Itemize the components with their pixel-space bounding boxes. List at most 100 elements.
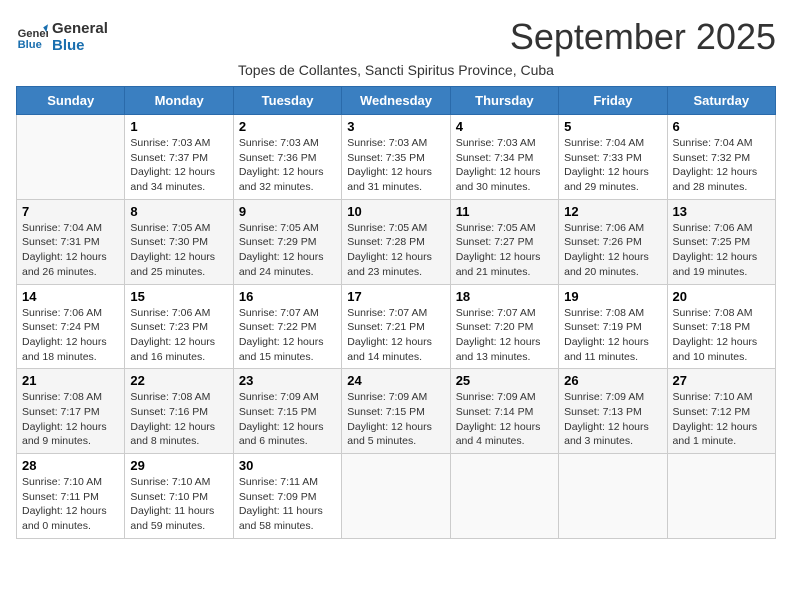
col-header-tuesday: Tuesday [233, 87, 341, 115]
col-header-monday: Monday [125, 87, 233, 115]
day-number: 12 [564, 204, 661, 219]
day-info: Sunrise: 7:05 AM Sunset: 7:30 PM Dayligh… [130, 221, 227, 280]
calendar-cell: 25 Sunrise: 7:09 AM Sunset: 7:14 PM Dayli… [450, 369, 558, 454]
day-number: 13 [673, 204, 770, 219]
day-info: Sunrise: 7:07 AM Sunset: 7:21 PM Dayligh… [347, 306, 444, 365]
calendar-cell: 22Sunrise: 7:08 AM Sunset: 7:16 PM Dayli… [125, 369, 233, 454]
day-number: 15 [130, 289, 227, 304]
calendar-cell: 19Sunrise: 7:08 AM Sunset: 7:19 PM Dayli… [559, 284, 667, 369]
day-number: 16 [239, 289, 336, 304]
calendar-cell: 29Sunrise: 7:10 AM Sunset: 7:10 PM Dayli… [125, 454, 233, 539]
day-info: Sunrise: 7:06 AM Sunset: 7:25 PM Dayligh… [673, 221, 770, 280]
logo-icon: General Blue [16, 21, 48, 53]
calendar-cell: 14Sunrise: 7:06 AM Sunset: 7:24 PM Dayli… [17, 284, 125, 369]
calendar-cell [667, 454, 775, 539]
calendar-cell: 5 Sunrise: 7:04 AM Sunset: 7:33 PM Daylig… [559, 115, 667, 200]
day-number: 10 [347, 204, 444, 219]
day-info: Sunrise: 7:03 AM Sunset: 7:35 PM Dayligh… [347, 136, 444, 195]
day-number: 1 [130, 119, 227, 134]
logo-general: General [52, 20, 108, 37]
day-number: 29 [130, 458, 227, 473]
calendar-cell: 8 Sunrise: 7:05 AM Sunset: 7:30 PM Daylig… [125, 199, 233, 284]
day-info: Sunrise: 7:11 AM Sunset: 7:09 PM Dayligh… [239, 475, 336, 534]
day-number: 7 [22, 204, 119, 219]
day-info: Sunrise: 7:09 AM Sunset: 7:14 PM Dayligh… [456, 390, 553, 449]
day-info: Sunrise: 7:05 AM Sunset: 7:27 PM Dayligh… [456, 221, 553, 280]
day-info: Sunrise: 7:06 AM Sunset: 7:26 PM Dayligh… [564, 221, 661, 280]
day-number: 11 [456, 204, 553, 219]
svg-text:General: General [18, 28, 48, 40]
calendar-cell: 2Sunrise: 7:03 AM Sunset: 7:36 PM Daylig… [233, 115, 341, 200]
day-number: 8 [130, 204, 227, 219]
calendar-cell: 27 Sunrise: 7:10 AM Sunset: 7:12 PM Dayli… [667, 369, 775, 454]
calendar-cell: 1 Sunrise: 7:03 AM Sunset: 7:37 PM Daylig… [125, 115, 233, 200]
day-number: 27 [673, 373, 770, 388]
day-info: Sunrise: 7:03 AM Sunset: 7:34 PM Dayligh… [456, 136, 553, 195]
calendar-table: SundayMondayTuesdayWednesdayThursdayFrid… [16, 86, 776, 539]
calendar-cell: 18Sunrise: 7:07 AM Sunset: 7:20 PM Dayli… [450, 284, 558, 369]
logo: General Blue General Blue [16, 20, 108, 54]
calendar-cell: 20 Sunrise: 7:08 AM Sunset: 7:18 PM Dayli… [667, 284, 775, 369]
svg-text:Blue: Blue [18, 39, 42, 51]
page-header: General Blue General Blue September 2025 [16, 16, 776, 58]
day-info: Sunrise: 7:06 AM Sunset: 7:24 PM Dayligh… [22, 306, 119, 365]
calendar-cell: 10Sunrise: 7:05 AM Sunset: 7:28 PM Dayli… [342, 199, 450, 284]
week-row-4: 21 Sunrise: 7:08 AM Sunset: 7:17 PM Dayli… [17, 369, 776, 454]
calendar-cell: 13 Sunrise: 7:06 AM Sunset: 7:25 PM Dayli… [667, 199, 775, 284]
day-number: 3 [347, 119, 444, 134]
week-row-2: 7Sunrise: 7:04 AM Sunset: 7:31 PM Daylig… [17, 199, 776, 284]
calendar-cell: 12 Sunrise: 7:06 AM Sunset: 7:26 PM Dayli… [559, 199, 667, 284]
calendar-cell: 30Sunrise: 7:11 AM Sunset: 7:09 PM Dayli… [233, 454, 341, 539]
day-number: 17 [347, 289, 444, 304]
day-number: 20 [673, 289, 770, 304]
calendar-cell [342, 454, 450, 539]
week-row-3: 14Sunrise: 7:06 AM Sunset: 7:24 PM Dayli… [17, 284, 776, 369]
day-info: Sunrise: 7:06 AM Sunset: 7:23 PM Dayligh… [130, 306, 227, 365]
calendar-cell: 26 Sunrise: 7:09 AM Sunset: 7:13 PM Dayli… [559, 369, 667, 454]
day-number: 6 [673, 119, 770, 134]
col-header-wednesday: Wednesday [342, 87, 450, 115]
day-info: Sunrise: 7:08 AM Sunset: 7:19 PM Dayligh… [564, 306, 661, 365]
day-info: Sunrise: 7:09 AM Sunset: 7:15 PM Dayligh… [347, 390, 444, 449]
day-number: 25 [456, 373, 553, 388]
calendar-cell: 16 Sunrise: 7:07 AM Sunset: 7:22 PM Dayli… [233, 284, 341, 369]
day-info: Sunrise: 7:09 AM Sunset: 7:13 PM Dayligh… [564, 390, 661, 449]
day-number: 2 [239, 119, 336, 134]
calendar-cell [559, 454, 667, 539]
calendar-cell: 23 Sunrise: 7:09 AM Sunset: 7:15 PM Dayli… [233, 369, 341, 454]
day-info: Sunrise: 7:08 AM Sunset: 7:18 PM Dayligh… [673, 306, 770, 365]
calendar-cell: 15 Sunrise: 7:06 AM Sunset: 7:23 PM Dayli… [125, 284, 233, 369]
day-info: Sunrise: 7:04 AM Sunset: 7:32 PM Dayligh… [673, 136, 770, 195]
day-number: 4 [456, 119, 553, 134]
day-info: Sunrise: 7:05 AM Sunset: 7:29 PM Dayligh… [239, 221, 336, 280]
day-number: 21 [22, 373, 119, 388]
day-info: Sunrise: 7:04 AM Sunset: 7:33 PM Dayligh… [564, 136, 661, 195]
week-row-5: 28 Sunrise: 7:10 AM Sunset: 7:11 PM Dayli… [17, 454, 776, 539]
col-header-sunday: Sunday [17, 87, 125, 115]
day-number: 23 [239, 373, 336, 388]
col-header-saturday: Saturday [667, 87, 775, 115]
day-info: Sunrise: 7:03 AM Sunset: 7:37 PM Dayligh… [130, 136, 227, 195]
subtitle: Topes de Collantes, Sancti Spiritus Prov… [16, 62, 776, 78]
day-info: Sunrise: 7:10 AM Sunset: 7:12 PM Dayligh… [673, 390, 770, 449]
calendar-cell: 7Sunrise: 7:04 AM Sunset: 7:31 PM Daylig… [17, 199, 125, 284]
calendar-cell: 3 Sunrise: 7:03 AM Sunset: 7:35 PM Daylig… [342, 115, 450, 200]
day-info: Sunrise: 7:08 AM Sunset: 7:16 PM Dayligh… [130, 390, 227, 449]
calendar-cell: 4 Sunrise: 7:03 AM Sunset: 7:34 PM Daylig… [450, 115, 558, 200]
day-info: Sunrise: 7:10 AM Sunset: 7:11 PM Dayligh… [22, 475, 119, 534]
calendar-cell: 21 Sunrise: 7:08 AM Sunset: 7:17 PM Dayli… [17, 369, 125, 454]
calendar-cell: 11 Sunrise: 7:05 AM Sunset: 7:27 PM Dayli… [450, 199, 558, 284]
day-info: Sunrise: 7:07 AM Sunset: 7:22 PM Dayligh… [239, 306, 336, 365]
day-number: 9 [239, 204, 336, 219]
day-number: 5 [564, 119, 661, 134]
month-title: September 2025 [510, 16, 776, 58]
day-number: 26 [564, 373, 661, 388]
calendar-cell [17, 115, 125, 200]
calendar-cell [450, 454, 558, 539]
logo-blue: Blue [52, 37, 108, 54]
calendar-header-row: SundayMondayTuesdayWednesdayThursdayFrid… [17, 87, 776, 115]
calendar-cell: 24Sunrise: 7:09 AM Sunset: 7:15 PM Dayli… [342, 369, 450, 454]
day-number: 28 [22, 458, 119, 473]
day-info: Sunrise: 7:08 AM Sunset: 7:17 PM Dayligh… [22, 390, 119, 449]
day-info: Sunrise: 7:09 AM Sunset: 7:15 PM Dayligh… [239, 390, 336, 449]
